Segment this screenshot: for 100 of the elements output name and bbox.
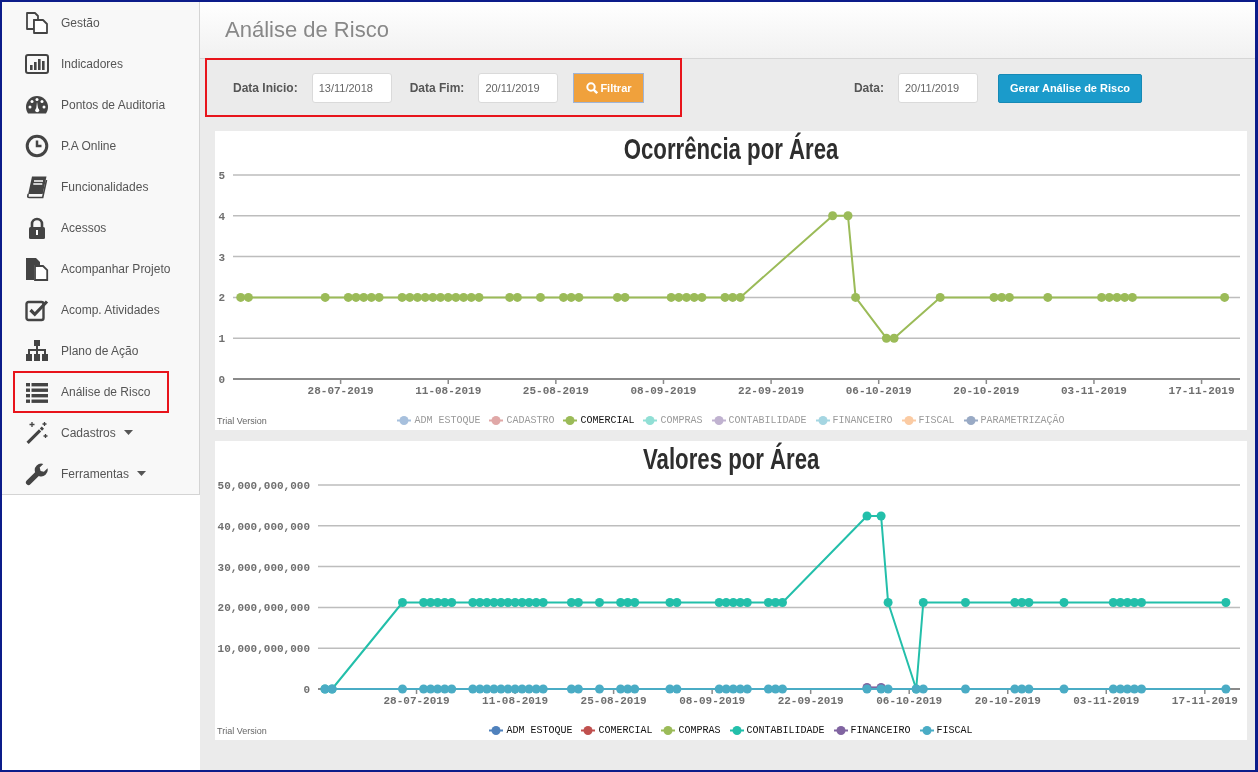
axis-label: 10,000,000,000 xyxy=(217,643,310,656)
point xyxy=(538,598,548,607)
legend-item[interactable]: COMPRAS xyxy=(661,725,721,736)
axis-label: 22-09-2019 xyxy=(777,695,844,707)
axis-label: 03-11-2019 xyxy=(1060,385,1127,397)
sidebar-item[interactable]: Análise de Risco xyxy=(2,371,199,412)
data-point xyxy=(689,292,699,302)
point xyxy=(616,598,626,607)
sidebar-item[interactable]: Acomp. Atividades xyxy=(2,289,199,330)
data-point xyxy=(1043,292,1053,302)
legend-item[interactable]: COMERCIAL xyxy=(581,725,653,736)
data-point xyxy=(413,292,422,302)
point xyxy=(1059,598,1069,607)
data-point xyxy=(720,292,730,302)
data-point xyxy=(397,292,407,302)
point xyxy=(1024,598,1034,607)
data-point xyxy=(1112,292,1122,302)
sidebar-item[interactable]: Pontos de Auditoria xyxy=(2,84,199,125)
axis-label: 50,000,000,000 xyxy=(217,480,310,492)
data-point xyxy=(351,292,361,302)
point xyxy=(918,598,928,607)
axis-label: 06-10-2019 xyxy=(845,385,912,397)
legend-item[interactable]: COMERCIAL xyxy=(563,415,635,426)
legend-item[interactable]: ADM ESTOQUE xyxy=(489,725,573,736)
point xyxy=(1137,598,1146,607)
sidebar-item[interactable]: Gestão xyxy=(2,2,199,43)
data-point xyxy=(320,292,330,302)
data-point xyxy=(682,292,691,302)
data-point xyxy=(236,292,246,302)
legend-item[interactable]: FISCAL xyxy=(919,725,973,736)
point xyxy=(961,598,970,607)
legend-item[interactable]: FINANCEIRO xyxy=(833,725,911,736)
axis-label: 22-09-2019 xyxy=(738,385,805,397)
point xyxy=(447,598,457,607)
book-icon xyxy=(25,174,49,199)
sidebar-item[interactable]: P.A Online xyxy=(2,125,199,166)
data-point xyxy=(881,333,891,343)
data-point xyxy=(420,292,430,302)
legend-item[interactable]: CONTABILIDADE xyxy=(729,725,825,736)
axis-label: 25-08-2019 xyxy=(522,385,589,397)
point xyxy=(672,684,682,694)
axis-label: 0 xyxy=(303,684,310,696)
data-point xyxy=(851,292,861,302)
axis-label: 28-07-2019 xyxy=(383,695,450,707)
trial-notice: Trial Version xyxy=(216,415,268,426)
sidebar-item[interactable]: Cadastros xyxy=(2,412,199,453)
point xyxy=(595,598,604,607)
axis-label: 1 xyxy=(218,333,225,346)
data-point xyxy=(1127,292,1137,302)
axis-label: 08-09-2019 xyxy=(679,695,746,707)
point xyxy=(426,598,436,607)
point xyxy=(862,511,872,521)
date-field[interactable]: 13/11/2018 xyxy=(311,72,392,103)
axis-label: 20-10-2019 xyxy=(974,695,1041,707)
point xyxy=(1221,684,1231,694)
page-title: Análise de Risco xyxy=(225,17,389,43)
data-point xyxy=(612,292,622,302)
data-point xyxy=(359,292,369,302)
axis-label: 30,000,000,000 xyxy=(217,561,310,574)
data-point xyxy=(474,292,484,302)
point xyxy=(440,598,450,607)
data-point xyxy=(674,292,684,302)
data-point xyxy=(443,292,453,302)
axis-label: 0 xyxy=(218,374,225,386)
files-icon xyxy=(25,256,49,281)
sidebar-item[interactable]: Funcionalidades xyxy=(2,166,199,207)
data-point xyxy=(697,292,707,302)
chart-title: Valores por Área xyxy=(642,443,820,475)
data-point xyxy=(405,292,415,302)
axis-label: 03-11-2019 xyxy=(1073,695,1140,707)
date-field[interactable]: 20/11/2019 xyxy=(478,72,559,103)
data-point xyxy=(1104,292,1114,302)
point xyxy=(1221,598,1231,607)
sidebar-item[interactable]: Acessos xyxy=(2,207,199,248)
axis-label: 20-10-2019 xyxy=(953,385,1020,397)
point xyxy=(398,684,407,694)
data-point xyxy=(428,292,438,302)
point xyxy=(672,598,682,607)
axis-label: 20,000,000,000 xyxy=(217,602,310,615)
point xyxy=(623,598,633,607)
data-point xyxy=(459,292,469,302)
point xyxy=(1137,684,1146,694)
sidebar-item[interactable]: Indicadores xyxy=(2,43,199,84)
field-label: Data: xyxy=(853,81,884,95)
date-field[interactable]: 20/11/2019 xyxy=(897,73,978,103)
magic-wand-icon xyxy=(25,420,49,445)
sidebar-item[interactable]: Acompanhar Projeto xyxy=(2,248,199,289)
data-point xyxy=(559,292,568,302)
data-point xyxy=(989,292,999,302)
point xyxy=(1059,684,1069,694)
data-point xyxy=(451,292,461,302)
sidebar-item[interactable]: Plano de Ação xyxy=(2,330,199,371)
point xyxy=(742,598,752,607)
clock-icon xyxy=(25,133,49,158)
point xyxy=(778,684,787,694)
point xyxy=(742,684,752,694)
point xyxy=(447,684,457,694)
sidebar-item[interactable]: Ferramentas xyxy=(2,453,199,494)
data-point xyxy=(666,292,676,302)
axis-label: 17-11-2019 xyxy=(1168,385,1235,397)
